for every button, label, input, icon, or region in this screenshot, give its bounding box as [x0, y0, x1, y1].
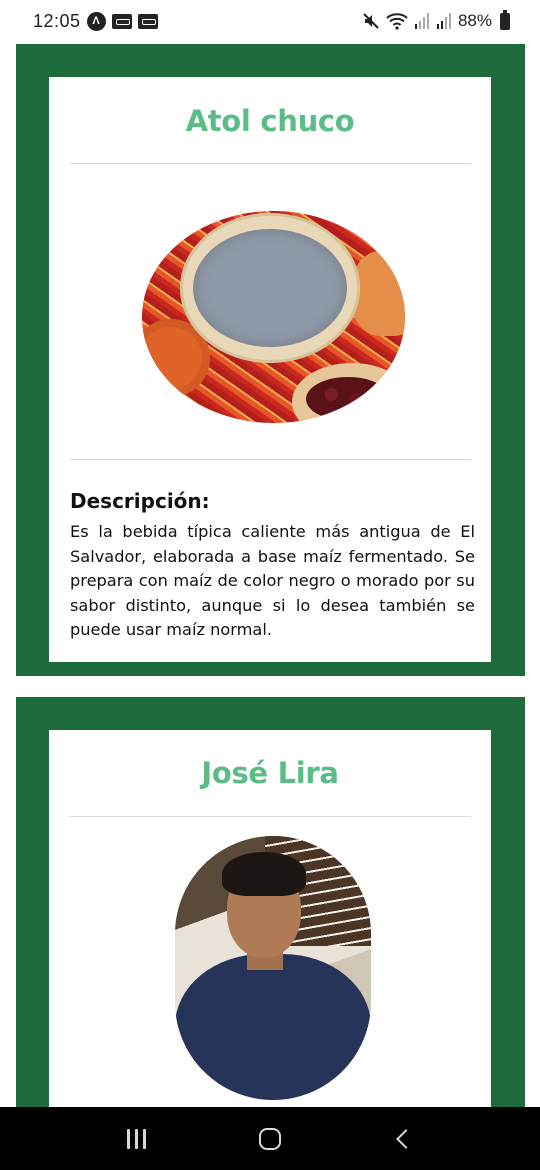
voicemail-1-icon: [111, 13, 132, 29]
bread-shape: [352, 251, 405, 336]
status-time: 12:05: [33, 10, 81, 31]
mute-icon: [363, 13, 379, 29]
app-a-icon: Λ: [86, 11, 106, 31]
divider: [69, 816, 471, 817]
description-heading: Descripción:: [70, 489, 210, 513]
status-bar: 12:05 Λ 88%: [0, 0, 540, 42]
signal-2-icon: [436, 13, 451, 29]
food-title: Atol chuco: [185, 104, 355, 138]
battery-icon: [500, 9, 510, 30]
bowl-shape: [180, 213, 360, 363]
back-icon: [396, 1128, 417, 1149]
battery-percent: 88%: [457, 11, 492, 30]
food-card: Atol chuco Descripción: Es la bebida típ…: [16, 44, 525, 676]
wifi-icon: [386, 13, 408, 30]
home-button[interactable]: [240, 1119, 300, 1159]
sweater-shape: [175, 954, 371, 1100]
recent-apps-button[interactable]: [107, 1119, 167, 1159]
navigation-bar: [0, 1107, 540, 1170]
atol-liquid: [193, 229, 347, 347]
home-icon: [258, 1127, 281, 1150]
voicemail-2-icon: [137, 13, 158, 29]
status-right: 88%: [362, 9, 510, 31]
food-card-content: Atol chuco Descripción: Es la bebida típ…: [49, 77, 491, 662]
author-name: José Lira: [201, 756, 339, 790]
author-card: José Lira: [16, 697, 525, 1130]
divider: [69, 163, 471, 164]
hair-shape: [222, 852, 306, 896]
author-photo: [175, 836, 371, 1100]
author-card-content: José Lira: [49, 730, 491, 1130]
divider: [69, 459, 471, 460]
recent-apps-icon: [127, 1128, 147, 1149]
description-text: Es la bebida típica caliente más antigua…: [70, 522, 475, 639]
status-left: 12:05 Λ: [33, 11, 158, 32]
beans-bowl: [292, 363, 405, 423]
back-button[interactable]: [373, 1119, 433, 1159]
signal-1-icon: [414, 13, 429, 29]
atol-chuco-image: [142, 211, 405, 423]
